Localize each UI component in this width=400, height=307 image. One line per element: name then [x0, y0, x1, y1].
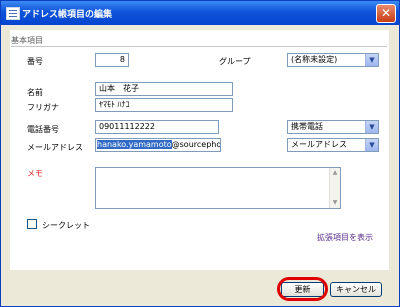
phone-label: 電話番号 — [27, 125, 59, 134]
email-label: メールアドレス — [27, 143, 83, 152]
section-divider — [11, 46, 387, 47]
furigana-input[interactable]: ﾔﾏﾓﾄ ﾊﾅｺ — [95, 98, 233, 112]
group-label: グループ — [219, 57, 251, 66]
scroll-down-icon[interactable]: ▼ — [330, 198, 340, 208]
section-title: 基本項目 — [11, 36, 43, 45]
secret-label: シークレット — [42, 221, 90, 230]
furigana-label: フリガナ — [27, 103, 59, 112]
show-extended-fields-link[interactable]: 拡張項目を表示 — [317, 232, 373, 243]
number-input[interactable]: 8 — [95, 53, 129, 67]
scroll-up-icon[interactable]: ▲ — [330, 168, 340, 178]
email-rest-text: @sourcephon — [171, 140, 221, 149]
title-bar[interactable]: アドレス帳項目の編集 ✕ — [1, 1, 399, 25]
annotation-circle — [277, 277, 328, 301]
email-type-select[interactable]: メールアドレス ▼ — [287, 138, 379, 152]
chevron-down-icon[interactable]: ▼ — [365, 139, 378, 151]
name-input[interactable]: 山本 花子 — [95, 82, 233, 96]
address-book-icon — [6, 7, 20, 20]
close-button[interactable]: ✕ — [376, 4, 396, 23]
name-label: 名前 — [27, 88, 43, 97]
email-selected-text: hanako.yamamoto — [97, 140, 172, 149]
phone-type-select[interactable]: 携帯電話 ▼ — [287, 120, 379, 134]
phone-type-value: 携帯電話 — [291, 122, 323, 131]
phone-input[interactable]: 09011112222 — [95, 120, 219, 134]
memo-label: メモ — [27, 169, 43, 178]
group-select-value: (名称未設定) — [291, 55, 338, 64]
number-label: 番号 — [27, 57, 43, 66]
cancel-button[interactable]: キャンセル — [330, 282, 382, 297]
chevron-down-icon[interactable]: ▼ — [365, 121, 378, 133]
group-select[interactable]: (名称未設定) ▼ — [287, 53, 379, 67]
memo-textarea[interactable]: ▲ ▼ — [95, 167, 341, 209]
chevron-down-icon[interactable]: ▼ — [365, 54, 378, 66]
email-type-value: メールアドレス — [291, 140, 347, 149]
email-input[interactable]: hanako.yamamoto@sourcephon — [95, 138, 221, 152]
window-title: アドレス帳項目の編集 — [22, 10, 113, 20]
secret-checkbox[interactable] — [27, 219, 37, 229]
memo-scrollbar[interactable]: ▲ ▼ — [329, 168, 340, 208]
